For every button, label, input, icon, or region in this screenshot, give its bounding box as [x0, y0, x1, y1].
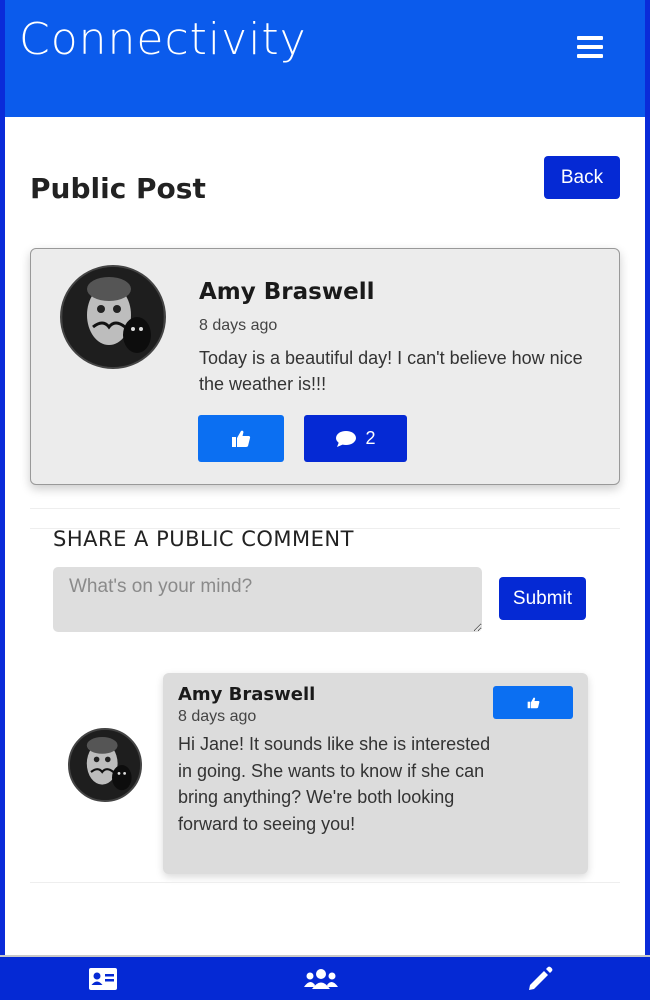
portrait-image — [70, 730, 140, 800]
app-title: Connectivity — [19, 14, 307, 65]
comment-input[interactable] — [53, 567, 482, 632]
users-icon — [304, 969, 338, 989]
comment-bubble-icon — [336, 430, 357, 447]
submit-button[interactable]: Submit — [499, 577, 586, 620]
post-timestamp: 8 days ago — [199, 317, 278, 334]
nav-compose[interactable] — [520, 965, 560, 993]
share-comment-heading: SHARE A PUBLIC COMMENT — [53, 527, 354, 551]
thumbs-up-icon — [232, 430, 251, 447]
back-button[interactable]: Back — [544, 156, 620, 199]
thumbs-up-icon — [527, 697, 539, 708]
avatar — [60, 265, 166, 369]
divider — [30, 882, 620, 883]
divider — [30, 508, 620, 509]
app-header: Connectivity — [5, 0, 645, 117]
comment-card: Amy Braswell 8 days ago Hi Jane! It soun… — [163, 673, 588, 874]
bottom-nav — [0, 955, 650, 1000]
hamburger-menu-icon[interactable] — [577, 36, 603, 58]
comment-author: Amy Braswell — [178, 684, 316, 705]
app-frame: Connectivity Public Post Back Amy Braswe… — [5, 0, 645, 1000]
like-button[interactable] — [198, 415, 284, 462]
nav-friends[interactable] — [301, 965, 341, 993]
portrait-image — [63, 267, 163, 367]
pencil-icon — [529, 966, 553, 990]
comments-button[interactable]: 2 — [304, 415, 407, 462]
comment-like-button[interactable] — [493, 686, 573, 719]
id-card-icon — [89, 968, 117, 990]
nav-profile[interactable] — [83, 965, 123, 993]
post-body: Today is a beautiful day! I can't believ… — [199, 348, 583, 394]
post-card: Amy Braswell 8 days ago Today is a beaut… — [30, 248, 620, 485]
page-title: Public Post — [30, 172, 206, 205]
post-author: Amy Braswell — [199, 279, 375, 305]
comment-timestamp: 8 days ago — [178, 708, 257, 725]
avatar — [68, 728, 142, 802]
comment-count: 2 — [365, 428, 376, 448]
comment-body: Hi Jane! It sounds like she is intereste… — [178, 734, 491, 834]
